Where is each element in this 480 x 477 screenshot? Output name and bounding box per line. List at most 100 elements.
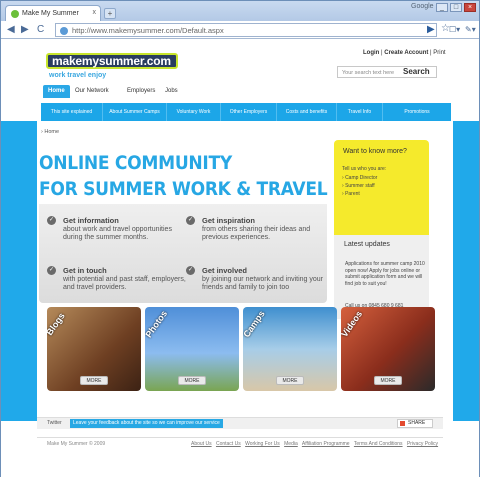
create-account-link[interactable]: Create Account	[384, 50, 428, 56]
tile-label: Blogs	[47, 310, 67, 338]
subnav-voluntary-work[interactable]: Voluntary Work	[167, 103, 221, 121]
site-favicon-icon	[11, 10, 19, 18]
hero-heading-line2: FOR SUMMER WORK & TRAVEL	[39, 178, 328, 200]
latest-title: Latest updates	[344, 241, 390, 248]
feature-title: Get inspiration	[202, 216, 255, 225]
tile-label: Camps	[243, 308, 267, 340]
feature-desc: with potential and past staff, employers…	[63, 276, 186, 291]
more-button[interactable]: MORE	[80, 376, 108, 385]
browser-toolbar: ◀ ▶ C http://www.makemysummer.com/Defaul…	[1, 21, 479, 39]
tools-menu-icon[interactable]: ✎▾	[465, 24, 476, 36]
login-link[interactable]: Login	[363, 50, 379, 56]
audience-list: Camp Director Summer staff Parent	[334, 172, 429, 198]
footer: Make My Summer © 2009 About Us Contact U…	[37, 437, 443, 451]
maximize-icon[interactable]: □	[450, 3, 462, 12]
audience-parent[interactable]: Parent	[342, 190, 429, 198]
breadcrumb-home[interactable]: Home	[44, 129, 59, 135]
web-page: makemysummer.com work travel enjoy Login…	[1, 39, 479, 477]
twitter-bar: Twitter Leave your feedback about the si…	[37, 417, 443, 429]
back-icon[interactable]: ◀	[7, 24, 15, 36]
want-to-know-box: Want to know more? Tell us who you are: …	[334, 140, 429, 235]
check-icon: ✓	[186, 266, 195, 275]
forward-icon[interactable]: ▶	[21, 24, 29, 36]
go-icon[interactable]: ▶	[427, 24, 435, 36]
subnav-site-explained[interactable]: This site explained	[41, 103, 103, 121]
address-bar[interactable]: http://www.makemysummer.com/Default.aspx	[55, 23, 437, 37]
reload-icon[interactable]: C	[37, 24, 44, 36]
close-icon[interactable]: ×	[464, 3, 476, 12]
feedback-link[interactable]: Leave your feedback about the site so we…	[70, 419, 223, 428]
tab-close-icon[interactable]: x	[93, 9, 97, 16]
separator: |	[381, 50, 383, 56]
more-button[interactable]: MORE	[178, 376, 206, 385]
subnav-travel-info[interactable]: Travel Info	[337, 103, 383, 121]
footer-working-for-us[interactable]: Working For Us	[245, 441, 280, 447]
footer-links: About Us Contact Us Working For Us Media…	[191, 441, 441, 447]
sub-nav: This site explained About Summer Camps V…	[41, 103, 451, 121]
copyright: Make My Summer © 2009	[47, 441, 106, 447]
tile-photos[interactable]: Photos MORE	[145, 307, 239, 391]
hero-heading-line1: ONLINE COMMUNITY	[39, 152, 232, 174]
feature-title: Get information	[63, 216, 119, 225]
nav-jobs[interactable]: Jobs	[165, 88, 178, 94]
feature-title: Get involved	[202, 266, 248, 275]
site-tagline: work travel enjoy	[49, 72, 107, 79]
search-button[interactable]: Search	[403, 67, 430, 76]
subnav-costs-benefits[interactable]: Costs and benefits	[277, 103, 337, 121]
share-button[interactable]: SHARE	[397, 419, 433, 428]
new-tab-button[interactable]: +	[104, 8, 116, 19]
browser-window: Make My Summer x + Google _ □ × ◀ ▶ C ht…	[0, 0, 480, 477]
nav-home[interactable]: Home	[43, 85, 70, 98]
latest-text: Applications for summer camp 2010 open n…	[345, 261, 425, 287]
breadcrumb: › Home	[41, 129, 60, 135]
more-button[interactable]: MORE	[276, 376, 304, 385]
subnav-promotions[interactable]: Promotions	[383, 103, 451, 121]
page-menu-icon[interactable]: ☐▾	[449, 24, 460, 36]
tile-label: Videos	[341, 309, 365, 339]
nav-employers[interactable]: Employers	[127, 88, 155, 94]
tile-videos[interactable]: Videos MORE	[341, 307, 435, 391]
share-icon	[400, 421, 405, 426]
footer-terms[interactable]: Terms And Conditions	[354, 441, 403, 447]
account-links: Login | Create Account | Print	[363, 50, 446, 56]
share-label: SHARE	[408, 420, 426, 426]
feature-desc: about work and travel opportunities duri…	[63, 226, 172, 241]
footer-privacy[interactable]: Privacy Policy	[407, 441, 438, 447]
want-title: Want to know more?	[343, 148, 407, 155]
audience-summer-staff[interactable]: Summer staff	[342, 182, 429, 190]
footer-about-us[interactable]: About Us	[191, 441, 212, 447]
browser-tab[interactable]: Make My Summer x	[5, 5, 101, 21]
more-button[interactable]: MORE	[374, 376, 402, 385]
subnav-other-employers[interactable]: Other Employers	[221, 103, 277, 121]
nav-our-network[interactable]: Our Network	[75, 88, 109, 94]
check-icon: ✓	[47, 216, 56, 225]
subnav-summer-camps[interactable]: About Summer Camps	[103, 103, 167, 121]
twitter-label: Twitter	[47, 420, 62, 426]
want-intro: Tell us who you are:	[342, 166, 387, 172]
check-icon: ✓	[186, 216, 195, 225]
feature-desc: by joining our network and inviting your…	[202, 276, 324, 291]
globe-icon	[60, 27, 68, 35]
tab-title: Make My Summer	[22, 10, 79, 17]
tab-bar: Make My Summer x + Google _ □ ×	[1, 1, 479, 21]
footer-affiliation[interactable]: Affiliation Programme	[302, 441, 350, 447]
feature-title: Get in touch	[63, 266, 107, 275]
address-url: http://www.makemysummer.com/Default.aspx	[72, 26, 224, 35]
section-tiles: Blogs MORE Photos MORE Camps MORE Videos…	[41, 307, 441, 393]
feature-desc: from others sharing their ideas and prev…	[202, 226, 311, 241]
site-logo[interactable]: makemysummer.com	[46, 53, 178, 69]
window-controls: _ □ ×	[436, 3, 476, 12]
separator: |	[430, 50, 432, 56]
check-icon: ✓	[47, 266, 56, 275]
print-link[interactable]: Print	[433, 50, 445, 56]
tile-camps[interactable]: Camps MORE	[243, 307, 337, 391]
features-panel: ✓ Get information about work and travel …	[39, 204, 327, 303]
footer-media[interactable]: Media	[284, 441, 298, 447]
audience-camp-director[interactable]: Camp Director	[342, 174, 429, 182]
google-label: Google	[411, 3, 434, 10]
tile-blogs[interactable]: Blogs MORE	[47, 307, 141, 391]
footer-contact-us[interactable]: Contact Us	[216, 441, 241, 447]
left-border	[1, 121, 37, 421]
tile-label: Photos	[145, 308, 170, 340]
minimize-icon[interactable]: _	[436, 3, 448, 12]
